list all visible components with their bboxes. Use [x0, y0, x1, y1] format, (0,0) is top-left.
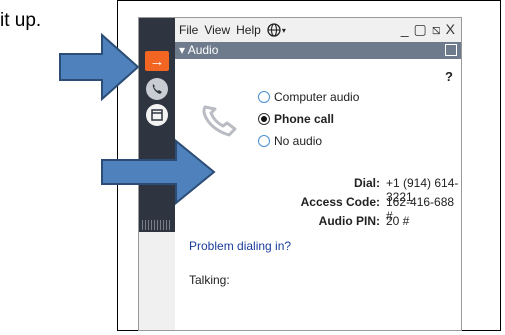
sidebar-window-button[interactable]	[146, 104, 168, 126]
talking-label: Talking:	[189, 273, 230, 287]
popout-icon[interactable]	[445, 44, 457, 56]
audio-pin-value: 20 #	[386, 214, 410, 228]
phone-icon	[152, 84, 162, 94]
radio-computer-audio[interactable]	[258, 91, 270, 103]
problem-dialing-link[interactable]: Problem dialing in?	[189, 239, 291, 253]
help-button[interactable]: ?	[445, 69, 453, 84]
sidebar-grip[interactable]	[142, 220, 172, 230]
menu-file[interactable]: File	[179, 23, 198, 37]
globe-icon	[267, 23, 281, 37]
intro-text: it up.	[0, 10, 42, 31]
sidebar-arrow-button[interactable]: →	[145, 51, 169, 71]
menu-view[interactable]: View	[204, 23, 230, 37]
menubar: File View Help ▾ _ ▢ ⧅ X	[175, 18, 461, 42]
panel-title: ▾ Audio	[179, 43, 219, 57]
pin-button[interactable]: ⧅	[432, 21, 441, 38]
restore-button[interactable]: ▢	[414, 21, 427, 38]
window-controls: _ ▢ ⧅ X	[401, 21, 455, 38]
audio-pin-label: Audio PIN:	[318, 214, 380, 228]
audio-panel-content: ? Computer audio Phone call No audio Dia…	[175, 59, 461, 330]
language-menu[interactable]: ▾	[267, 23, 286, 37]
menu-help[interactable]: Help	[236, 23, 261, 37]
callout-arrow-sidebar	[59, 32, 140, 102]
radio-no-audio[interactable]	[258, 135, 270, 147]
sidebar-phone-button[interactable]	[146, 78, 168, 100]
radio-phone-call[interactable]	[258, 113, 270, 125]
minimize-button[interactable]: _	[401, 21, 409, 38]
option-no-audio[interactable]: No audio	[258, 134, 322, 148]
option-computer-audio[interactable]: Computer audio	[258, 90, 359, 104]
menu-items: File View Help ▾	[179, 23, 286, 37]
collapse-triangle-icon: ▾	[179, 43, 186, 57]
callout-arrow-options	[101, 138, 216, 206]
close-button[interactable]: X	[446, 21, 455, 38]
audio-panel-header[interactable]: ▾ Audio	[175, 42, 461, 59]
window-icon	[151, 109, 163, 121]
option-phone-call[interactable]: Phone call	[258, 112, 334, 126]
chevron-down-icon: ▾	[281, 25, 286, 35]
arrow-right-icon: →	[149, 52, 165, 70]
handset-icon	[202, 105, 237, 137]
